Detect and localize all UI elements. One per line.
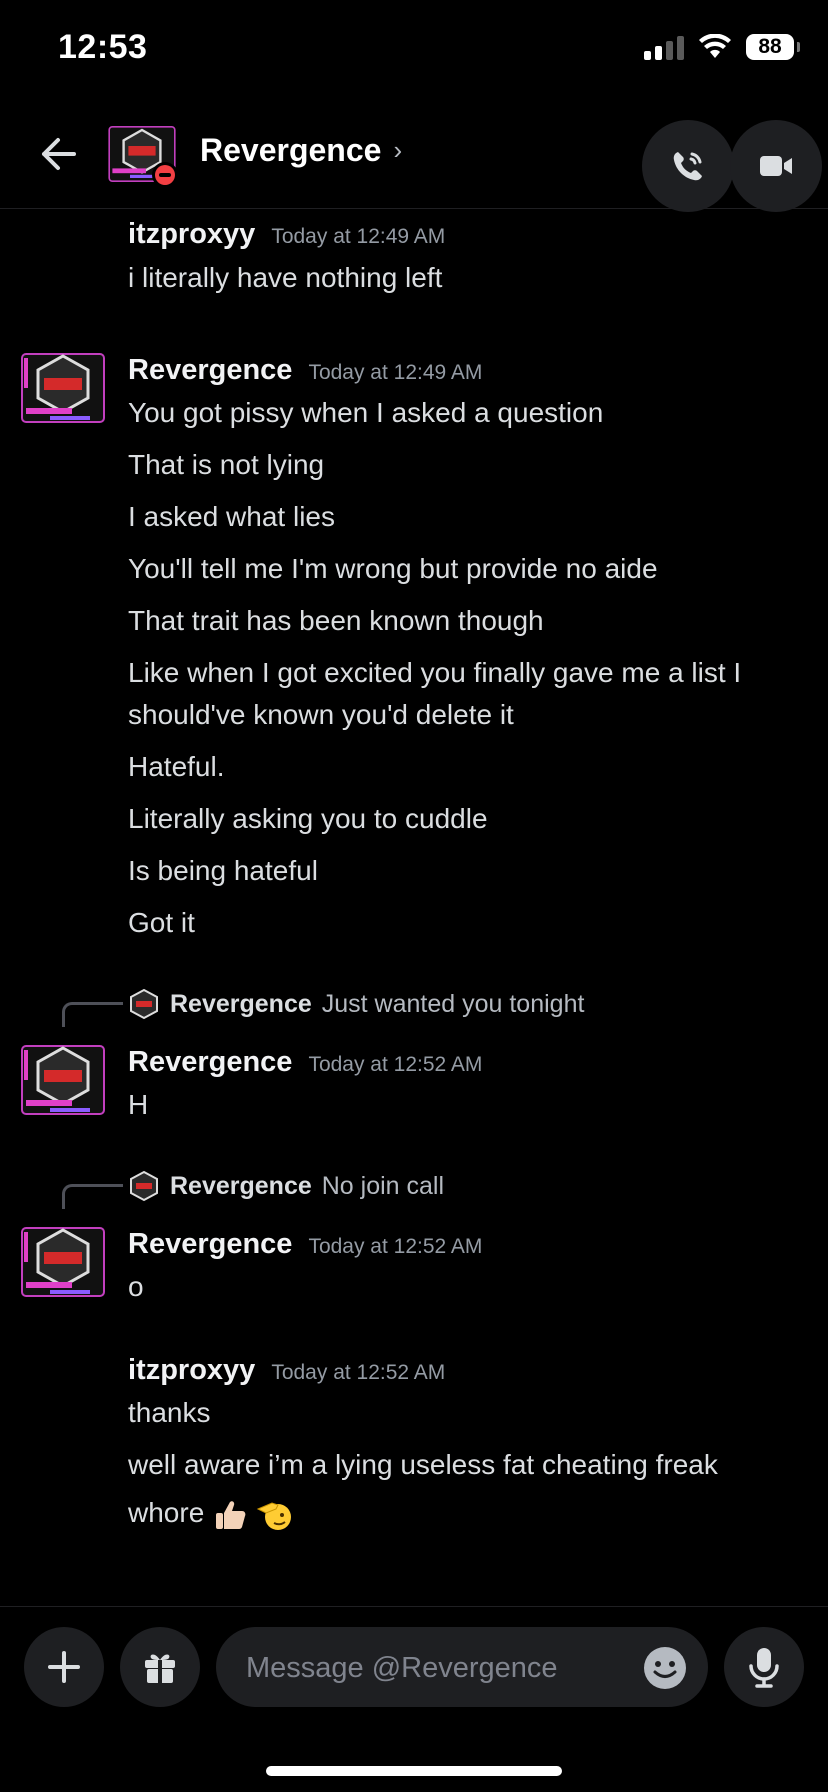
saluting-face-emoji-icon	[256, 1502, 291, 1530]
composer-bar	[0, 1606, 828, 1727]
smiley-icon[interactable]	[642, 1645, 688, 1691]
message-text[interactable]: Hateful.	[128, 745, 225, 788]
message-author[interactable]: itzproxyy	[128, 218, 255, 251]
message-header: Revergence Today at 12:49 AM	[128, 354, 482, 387]
reply-reference[interactable]: Revergence No join call	[128, 1170, 444, 1202]
message-author[interactable]: Revergence	[128, 1228, 292, 1261]
message-text[interactable]: i literally have nothing left	[128, 256, 442, 299]
message-text[interactable]: should've known you'd delete it	[128, 693, 514, 736]
message-text[interactable]: H	[128, 1083, 148, 1126]
arrow-left-icon	[42, 138, 76, 170]
home-indicator[interactable]	[266, 1766, 562, 1776]
dm-screen: 12:53 88 Revergence › itzproxyy Today at…	[0, 0, 828, 1792]
reply-text: No join call	[321, 1171, 445, 1200]
battery-icon: 88	[746, 34, 800, 60]
voice-message-button[interactable]	[724, 1627, 804, 1707]
message-text-fragment: whore	[128, 1497, 205, 1528]
message-header: Revergence Today at 12:52 AM	[128, 1228, 482, 1261]
gift-icon	[145, 1654, 175, 1683]
message-text[interactable]: thanks	[128, 1391, 211, 1434]
message-text[interactable]: o	[128, 1265, 144, 1308]
message-text[interactable]: Got it	[128, 901, 195, 944]
message-input[interactable]	[244, 1627, 628, 1709]
reply-avatar	[130, 1170, 158, 1202]
message-text[interactable]: Like when I got excited you finally gave…	[128, 651, 741, 694]
thumbs-up-emoji-icon	[216, 1500, 246, 1529]
message-timestamp: Today at 12:52 AM	[308, 1053, 483, 1076]
voice-call-button[interactable]	[642, 120, 734, 212]
plus-icon	[48, 1651, 80, 1683]
cellular-signal-icon	[644, 34, 684, 60]
gift-button[interactable]	[120, 1627, 200, 1707]
dm-title[interactable]: Revergence ›	[200, 132, 402, 169]
reply-author: Revergence	[170, 1171, 312, 1200]
reply-connector	[62, 1002, 123, 1027]
user-avatar[interactable]	[18, 1222, 108, 1302]
status-time: 12:53	[58, 28, 148, 66]
message-list[interactable]: itzproxyy Today at 12:49 AM i literally …	[0, 208, 828, 1608]
message-header: Revergence Today at 12:52 AM	[128, 1046, 482, 1079]
reply-connector	[62, 1184, 123, 1209]
message-text[interactable]: I asked what lies	[128, 495, 335, 538]
user-avatar[interactable]	[18, 348, 108, 428]
message-timestamp: Today at 12:49 AM	[271, 225, 446, 248]
status-bar: 12:53 88	[0, 0, 828, 100]
message-header: itzproxyy Today at 12:52 AM	[128, 1354, 445, 1387]
microphone-icon	[749, 1648, 779, 1688]
message-text[interactable]: whore	[128, 1491, 294, 1534]
message-input-wrapper	[216, 1627, 708, 1709]
message-text[interactable]: Is being hateful	[128, 849, 318, 892]
message-timestamp: Today at 12:52 AM	[271, 1361, 446, 1384]
video-call-button[interactable]	[730, 120, 822, 212]
message-timestamp: Today at 12:52 AM	[308, 1235, 483, 1258]
attach-button[interactable]	[24, 1627, 104, 1707]
reply-author: Revergence	[170, 989, 312, 1018]
message-text[interactable]: You got pissy when I asked a question	[128, 391, 603, 434]
dm-title-label: Revergence	[200, 132, 382, 168]
message-author[interactable]: itzproxyy	[128, 1354, 255, 1387]
message-author[interactable]: Revergence	[128, 1046, 292, 1079]
reply-text: Just wanted you tonight	[321, 989, 585, 1018]
message-text[interactable]: That trait has been known though	[128, 599, 544, 642]
message-text[interactable]: That is not lying	[128, 443, 324, 486]
chevron-right-icon: ›	[393, 135, 403, 165]
do-not-disturb-icon	[152, 162, 178, 188]
status-icons: 88	[644, 34, 800, 60]
wifi-icon	[699, 34, 731, 58]
message-author[interactable]: Revergence	[128, 354, 292, 387]
message-text[interactable]: well aware i’m a lying useless fat cheat…	[128, 1443, 718, 1486]
dm-header: Revergence ›	[0, 100, 828, 212]
reply-avatar	[130, 988, 158, 1020]
message-header: itzproxyy Today at 12:49 AM	[128, 218, 445, 251]
message-text[interactable]: Literally asking you to cuddle	[128, 797, 488, 840]
user-avatar[interactable]	[18, 1040, 108, 1120]
video-camera-icon	[760, 156, 792, 176]
message-text[interactable]: You'll tell me I'm wrong but provide no …	[128, 547, 658, 590]
reply-reference[interactable]: Revergence Just wanted you tonight	[128, 988, 584, 1020]
message-timestamp: Today at 12:49 AM	[308, 361, 483, 384]
back-button[interactable]	[34, 130, 82, 178]
phone-icon	[673, 152, 702, 181]
